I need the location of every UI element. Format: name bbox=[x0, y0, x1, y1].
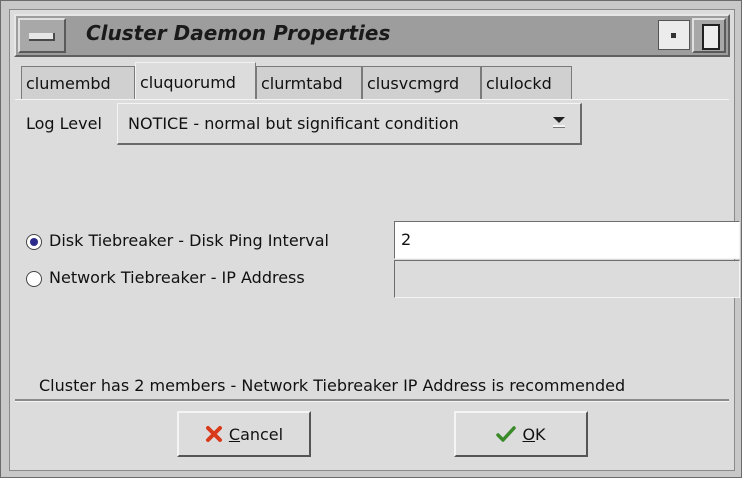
network-tiebreaker-radio[interactable] bbox=[26, 271, 42, 287]
tab-cluquorumd[interactable]: cluquorumd bbox=[135, 62, 256, 100]
network-ip-address-input[interactable] bbox=[394, 260, 740, 298]
button-separator bbox=[15, 399, 729, 402]
cancel-button-label: Cancel bbox=[228, 424, 284, 444]
window-title: Cluster Daemon Properties bbox=[86, 21, 391, 45]
tab-divider bbox=[15, 99, 729, 100]
maximize-icon bbox=[702, 24, 720, 50]
disk-tiebreaker-radio[interactable] bbox=[26, 234, 42, 250]
dropdown-arrow-icon[interactable] bbox=[552, 113, 566, 129]
disk-tiebreaker-label: Disk Tiebreaker - Disk Ping Interval bbox=[49, 231, 329, 250]
tab-clulockd[interactable]: clulockd bbox=[481, 66, 572, 99]
minimize-icon bbox=[671, 33, 676, 38]
tab-clumembd[interactable]: clumembd bbox=[21, 66, 135, 99]
log-level-label: Log Level bbox=[26, 114, 102, 133]
ok-button-label: OK bbox=[522, 424, 546, 444]
cancel-x-icon bbox=[205, 426, 222, 442]
disk-ping-interval-value: 2 bbox=[401, 230, 412, 249]
maximize-button[interactable] bbox=[692, 18, 726, 53]
status-message: Cluster has 2 members - Network Tiebreak… bbox=[39, 376, 626, 395]
window-menu-button[interactable] bbox=[18, 18, 66, 53]
dialog-content: clumembd cluquorumd clurmtabd clusvcmgrd… bbox=[15, 58, 740, 461]
disk-ping-interval-input[interactable]: 2 bbox=[394, 221, 740, 259]
cancel-button[interactable]: Cancel bbox=[177, 411, 311, 457]
tab-clurmtabd[interactable]: clurmtabd bbox=[256, 66, 362, 99]
log-level-value: NOTICE - normal but significant conditio… bbox=[128, 114, 459, 133]
ok-button[interactable]: OK bbox=[454, 411, 588, 457]
title-bar[interactable]: Cluster Daemon Properties bbox=[14, 14, 730, 57]
ok-checkmark-icon bbox=[496, 426, 517, 442]
minimize-button[interactable] bbox=[658, 20, 690, 50]
tab-clusvcmgrd[interactable]: clusvcmgrd bbox=[362, 66, 481, 99]
network-tiebreaker-label: Network Tiebreaker - IP Address bbox=[49, 268, 305, 287]
log-level-select[interactable]: NOTICE - normal but significant conditio… bbox=[117, 103, 582, 145]
dialog-window: Cluster Daemon Properties clumembd cluqu… bbox=[0, 0, 742, 478]
window-menu-icon bbox=[29, 33, 55, 41]
